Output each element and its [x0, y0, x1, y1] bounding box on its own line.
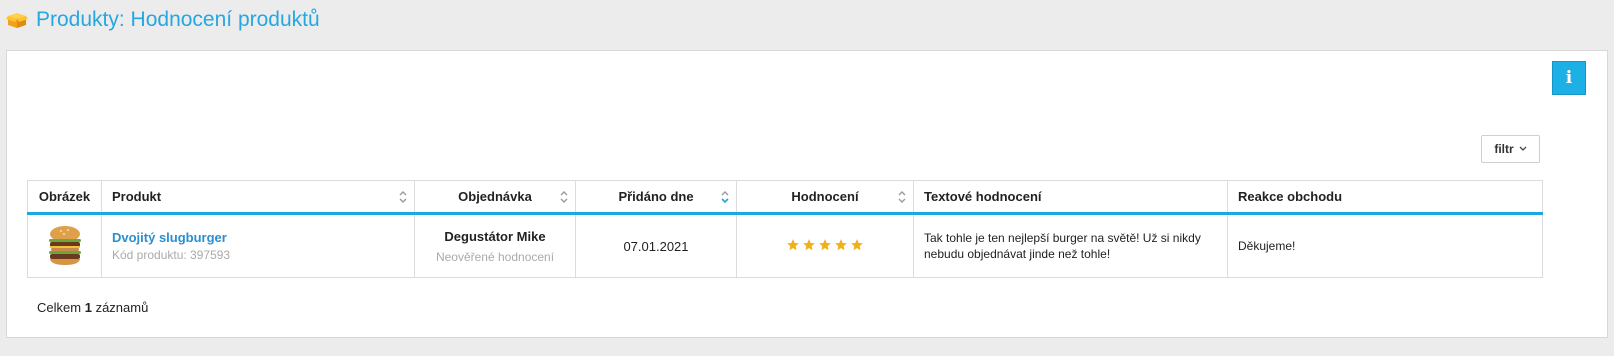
ratings-panel: i filtr Obrázek Produkt Objednávka Přidá… [6, 50, 1608, 338]
burger-image[interactable] [44, 225, 86, 269]
star-rating [785, 238, 865, 255]
record-count: Celkem 1 záznamů [37, 300, 148, 315]
order-cell: Degustátor Mike Neověřené hodnocení [414, 213, 576, 278]
star-icon [819, 238, 831, 250]
page-title: Produkty: Hodnocení produktů [36, 8, 320, 31]
column-header-label: Reakce obchodu [1238, 189, 1343, 204]
sort-desc-icon[interactable] [720, 189, 730, 205]
product-cell: Dvojitý slugburger Kód produktu: 397593 [101, 213, 415, 278]
column-header-product[interactable]: Produkt [101, 180, 415, 215]
order-status: Neověřené hodnocení [435, 249, 555, 264]
column-header-label: Textové hodnocení [924, 189, 1042, 204]
star-icon [835, 238, 847, 250]
table-row: Dvojitý slugburger Kód produktu: 397593 … [27, 213, 1543, 278]
star-icon [803, 238, 815, 250]
date-cell: 07.01.2021 [575, 213, 737, 278]
column-header-image: Obrázek [27, 180, 102, 215]
rating-cell [736, 213, 914, 278]
page-header: Produkty: Hodnocení produktů [6, 6, 320, 34]
info-button[interactable]: i [1552, 61, 1586, 95]
star-icon [787, 238, 799, 250]
ratings-table: Obrázek Produkt Objednávka Přidáno dne H… [27, 180, 1543, 278]
column-header-order[interactable]: Objednávka [414, 180, 576, 215]
filter-button[interactable]: filtr [1481, 135, 1540, 163]
shop-reaction-cell: Děkujeme! [1227, 213, 1543, 278]
product-code: Kód produktu: 397593 [112, 248, 231, 262]
info-icon: i [1565, 68, 1573, 88]
product-image-cell [27, 213, 102, 278]
product-link[interactable]: Dvojitý slugburger [112, 230, 404, 245]
column-header-label: Objednávka [458, 189, 532, 204]
record-count-prefix: Celkem [37, 300, 82, 315]
table-header-row: Obrázek Produkt Objednávka Přidáno dne H… [27, 180, 1543, 215]
column-header-text-review: Textové hodnocení [913, 180, 1228, 215]
column-header-label: Hodnocení [791, 189, 859, 204]
chevron-down-icon [1519, 144, 1527, 154]
record-count-suffix: záznamů [95, 300, 149, 315]
package-box-icon [6, 11, 28, 29]
record-count-number: 1 [84, 300, 92, 315]
column-header-label: Produkt [112, 189, 162, 204]
text-review-cell: Tak tohle je ten nejlepší burger na svět… [913, 213, 1228, 278]
sort-icon[interactable] [398, 189, 408, 205]
column-header-label: Obrázek [38, 189, 91, 204]
column-header-label: Přidáno dne [618, 189, 694, 204]
order-author: Degustátor Mike [444, 228, 546, 244]
column-header-rating[interactable]: Hodnocení [736, 180, 914, 215]
sort-icon[interactable] [897, 189, 907, 205]
column-header-shop-reaction: Reakce obchodu [1227, 180, 1543, 215]
column-header-date[interactable]: Přidáno dne [575, 180, 737, 215]
filter-label: filtr [1494, 142, 1514, 156]
sort-icon[interactable] [559, 189, 569, 205]
star-icon [851, 238, 863, 250]
